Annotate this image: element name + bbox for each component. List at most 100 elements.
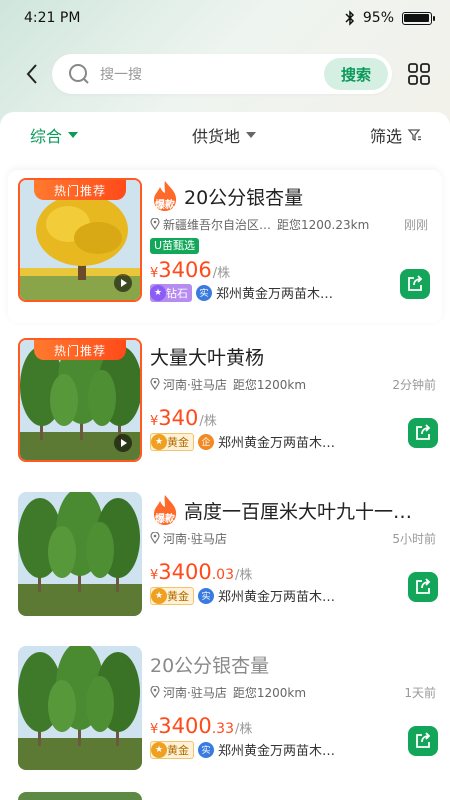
- search-input[interactable]: 搜一搜: [100, 64, 324, 84]
- flame-label: 爆款: [155, 513, 175, 525]
- level-badge: ★ 黄金: [150, 432, 194, 451]
- price-currency: ¥: [150, 722, 159, 737]
- filter-screen[interactable]: 筛选: [370, 123, 422, 147]
- seller-name[interactable]: 郑州黄金万两苗木…: [218, 432, 335, 451]
- product-thumbnail[interactable]: [18, 492, 142, 616]
- seller-row: ★ 黄金企郑州黄金万两苗木…: [150, 432, 335, 451]
- seller-row: ★ 钻石实郑州黄金万两苗木…: [150, 283, 333, 302]
- location-row: 新疆维吾尔自治区… 距您1200.23km 刚刚: [150, 214, 442, 234]
- price-integer: 3400: [158, 714, 212, 738]
- price-currency: ¥: [150, 568, 159, 583]
- level-label: 钻石: [166, 286, 188, 300]
- location-text: 河南·驻马店: [163, 685, 227, 700]
- product-title[interactable]: 大量大叶黄杨: [150, 343, 264, 370]
- price-unit: /株: [212, 266, 231, 281]
- status-bar: 4:21 PM 95%: [0, 0, 450, 36]
- chevron-down-icon: [68, 132, 79, 138]
- filter-screen-label: 筛选: [369, 127, 402, 146]
- play-icon[interactable]: [114, 274, 132, 292]
- filter-sort-label: 综合: [30, 127, 63, 146]
- title-row: 20公分银杏量: [150, 646, 450, 682]
- price-integer: 340: [158, 406, 199, 430]
- share-button[interactable]: [408, 726, 438, 756]
- selection-badge: U苗甄选: [150, 238, 200, 254]
- level-label: 黄金: [167, 589, 189, 603]
- distance-text: 距您1200km: [232, 685, 307, 700]
- pin-icon: [150, 378, 160, 390]
- title-row: 爆款 20公分银杏量: [150, 178, 442, 214]
- product-card[interactable]: 热门推荐 大量大叶黄杨 河南·驻马店 距您1200km 2分钟前 ¥340/株 ★ 黄金企郑州…: [0, 330, 450, 483]
- location-row: 河南·驻马店 距您1200km 1天前: [150, 682, 450, 702]
- location-text: 河南·驻马店: [163, 377, 227, 392]
- level-badge: ★ 黄金: [150, 586, 194, 605]
- diamond-icon: ★: [150, 284, 166, 301]
- play-icon[interactable]: [114, 434, 132, 452]
- post-time: 刚刚: [403, 217, 428, 232]
- battery-icon: [402, 11, 435, 25]
- product-title[interactable]: 20公分银杏量: [184, 183, 303, 210]
- grid-icon: [408, 63, 430, 85]
- post-time: 5小时前: [392, 531, 436, 546]
- filter-origin[interactable]: 供货地: [192, 123, 256, 147]
- distance-text: 距您1200km: [232, 377, 307, 392]
- share-icon: [408, 275, 423, 291]
- battery-percent: 95%: [362, 10, 394, 26]
- product-card[interactable]: 爆款 高度一百厘米大叶九十一… 河南·驻马店 5小时前 ¥3400.03/株 ★ 黄金实郑州…: [0, 484, 450, 637]
- hot-flame-icon: 爆款: [150, 180, 180, 212]
- seller-row: ★ 黄金实郑州黄金万两苗木…: [150, 740, 335, 759]
- status-right: 95%: [345, 10, 435, 26]
- share-button[interactable]: [408, 418, 438, 448]
- seller-name[interactable]: 郑州黄金万两苗木…: [218, 740, 335, 759]
- pin-icon: [150, 218, 160, 230]
- verify-icon: 实: [198, 741, 214, 758]
- gold-icon: ★: [151, 433, 167, 450]
- hot-flame-icon: 爆款: [150, 494, 180, 526]
- post-time: 1天前: [404, 685, 436, 700]
- pin-icon: [150, 532, 160, 544]
- price-unit: /株: [235, 722, 253, 737]
- battery-fill: [404, 13, 429, 22]
- product-title[interactable]: 高度一百厘米大叶九十一…: [184, 497, 412, 524]
- share-icon: [416, 732, 431, 748]
- price-row: ¥3400.03/株: [150, 560, 252, 584]
- price-integer: 3406: [158, 258, 212, 282]
- location-text: 新疆维吾尔自治区…: [163, 217, 272, 232]
- product-title[interactable]: 20公分银杏量: [150, 651, 269, 678]
- post-time: 2分钟前: [392, 377, 436, 392]
- seller-name[interactable]: 郑州黄金万两苗木…: [218, 586, 335, 605]
- filter-sort[interactable]: 综合: [30, 123, 79, 147]
- product-info: 大量大叶黄杨 河南·驻马店 距您1200km 2分钟前 ¥340/株 ★ 黄金企郑州黄金万两…: [142, 330, 450, 483]
- product-card[interactable]: 20公分银杏量河南·驻马店 距您1200km 1天前 ¥3400.33/株 ★ 黄金实郑州…: [0, 638, 450, 791]
- flame-label: 爆款: [155, 199, 175, 211]
- back-icon: [26, 64, 37, 84]
- product-thumbnail[interactable]: [18, 646, 142, 770]
- filter-row: 综合 供货地 筛选: [0, 112, 450, 158]
- share-button[interactable]: [408, 572, 438, 602]
- share-button[interactable]: [400, 269, 430, 299]
- hot-tag: 热门推荐: [34, 340, 126, 360]
- next-card-peek: [18, 792, 142, 800]
- chevron-down-icon: [246, 132, 256, 138]
- grid-view-button[interactable]: [406, 61, 432, 87]
- location-row: 河南·驻马店 5小时前: [150, 528, 450, 548]
- search-box[interactable]: 搜一搜 搜索: [52, 54, 392, 94]
- distance-text: 距您1200.23km: [277, 217, 370, 232]
- level-badge: ★ 黄金: [150, 740, 194, 759]
- product-card[interactable]: 热门推荐 爆款 20公分银杏量新疆维吾尔自治区… 距您1200.23km 刚刚 U苗甄选 ¥…: [8, 170, 442, 323]
- seller-row: ★ 黄金实郑州黄金万两苗木…: [150, 586, 335, 605]
- back-button[interactable]: [18, 54, 46, 94]
- product-thumbnail[interactable]: 热门推荐: [18, 338, 142, 462]
- verify-icon: 实: [196, 284, 212, 301]
- product-info: 20公分银杏量河南·驻马店 距您1200km 1天前 ¥3400.33/株 ★ 黄金实郑州…: [142, 638, 450, 791]
- seller-name[interactable]: 郑州黄金万两苗木…: [216, 283, 333, 302]
- price-row: ¥3400.33/株: [150, 714, 252, 738]
- pin-icon: [150, 686, 160, 698]
- search-button[interactable]: 搜索: [324, 58, 388, 90]
- price-decimal: .33: [211, 721, 234, 737]
- status-time: 4:21 PM: [24, 10, 81, 26]
- product-thumbnail[interactable]: 热门推荐: [18, 178, 142, 302]
- price-currency: ¥: [150, 414, 159, 429]
- price-decimal: .03: [211, 567, 234, 583]
- price-currency: ¥: [150, 266, 159, 281]
- verify-icon: 实: [198, 587, 214, 604]
